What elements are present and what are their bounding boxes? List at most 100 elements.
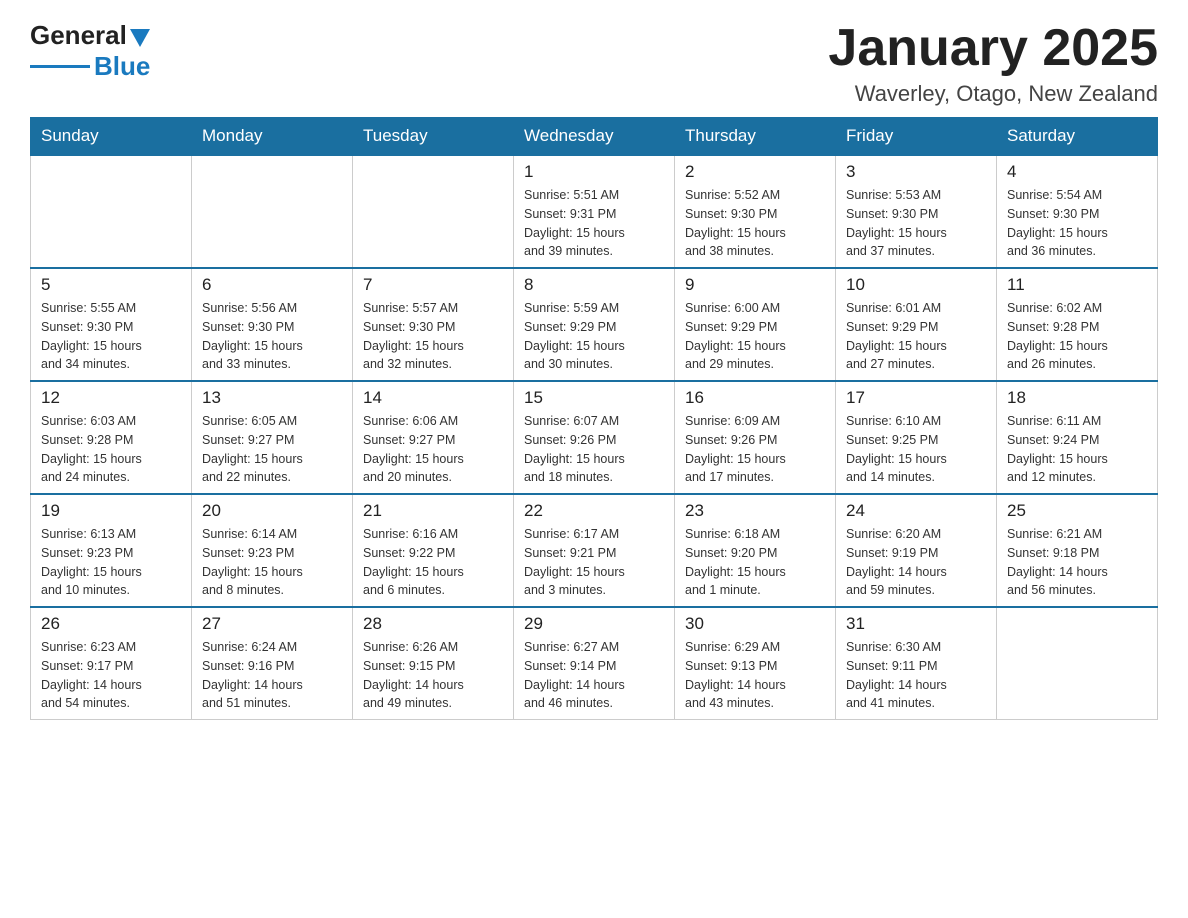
day-info: Sunrise: 6:11 AM Sunset: 9:24 PM Dayligh… — [1007, 412, 1147, 487]
calendar-table: SundayMondayTuesdayWednesdayThursdayFrid… — [30, 117, 1158, 720]
day-number: 20 — [202, 501, 342, 521]
day-number: 19 — [41, 501, 181, 521]
day-info: Sunrise: 6:10 AM Sunset: 9:25 PM Dayligh… — [846, 412, 986, 487]
week-row-1: 1 Sunrise: 5:51 AM Sunset: 9:31 PM Daylig… — [31, 155, 1158, 268]
day-number: 11 — [1007, 275, 1147, 295]
day-number: 14 — [363, 388, 503, 408]
day-info: Sunrise: 5:57 AM Sunset: 9:30 PM Dayligh… — [363, 299, 503, 374]
day-info: Sunrise: 6:07 AM Sunset: 9:26 PM Dayligh… — [524, 412, 664, 487]
day-info: Sunrise: 5:54 AM Sunset: 9:30 PM Dayligh… — [1007, 186, 1147, 261]
day-info: Sunrise: 5:56 AM Sunset: 9:30 PM Dayligh… — [202, 299, 342, 374]
week-row-4: 19 Sunrise: 6:13 AM Sunset: 9:23 PM Dayli… — [31, 494, 1158, 607]
calendar-cell: 18 Sunrise: 6:11 AM Sunset: 9:24 PM Dayli… — [997, 381, 1158, 494]
calendar-cell: 28 Sunrise: 6:26 AM Sunset: 9:15 PM Dayli… — [353, 607, 514, 720]
day-number: 2 — [685, 162, 825, 182]
day-info: Sunrise: 5:55 AM Sunset: 9:30 PM Dayligh… — [41, 299, 181, 374]
day-info: Sunrise: 6:29 AM Sunset: 9:13 PM Dayligh… — [685, 638, 825, 713]
day-info: Sunrise: 6:03 AM Sunset: 9:28 PM Dayligh… — [41, 412, 181, 487]
calendar-cell: 26 Sunrise: 6:23 AM Sunset: 9:17 PM Dayli… — [31, 607, 192, 720]
day-info: Sunrise: 6:17 AM Sunset: 9:21 PM Dayligh… — [524, 525, 664, 600]
calendar-cell: 25 Sunrise: 6:21 AM Sunset: 9:18 PM Dayli… — [997, 494, 1158, 607]
logo: General Blue — [30, 20, 150, 82]
calendar-cell: 10Sunrise: 6:01 AM Sunset: 9:29 PM Dayli… — [836, 268, 997, 381]
day-info: Sunrise: 5:59 AM Sunset: 9:29 PM Dayligh… — [524, 299, 664, 374]
calendar-cell: 17 Sunrise: 6:10 AM Sunset: 9:25 PM Dayli… — [836, 381, 997, 494]
day-info: Sunrise: 6:20 AM Sunset: 9:19 PM Dayligh… — [846, 525, 986, 600]
calendar-cell: 19 Sunrise: 6:13 AM Sunset: 9:23 PM Dayli… — [31, 494, 192, 607]
day-info: Sunrise: 6:23 AM Sunset: 9:17 PM Dayligh… — [41, 638, 181, 713]
weekday-header-tuesday: Tuesday — [353, 118, 514, 156]
page-subtitle: Waverley, Otago, New Zealand — [828, 81, 1158, 107]
day-info: Sunrise: 6:30 AM Sunset: 9:11 PM Dayligh… — [846, 638, 986, 713]
calendar-cell: 11 Sunrise: 6:02 AM Sunset: 9:28 PM Dayli… — [997, 268, 1158, 381]
weekday-header-sunday: Sunday — [31, 118, 192, 156]
day-info: Sunrise: 6:05 AM Sunset: 9:27 PM Dayligh… — [202, 412, 342, 487]
weekday-header-friday: Friday — [836, 118, 997, 156]
calendar-cell: 21 Sunrise: 6:16 AM Sunset: 9:22 PM Dayli… — [353, 494, 514, 607]
day-number: 5 — [41, 275, 181, 295]
day-number: 7 — [363, 275, 503, 295]
day-info: Sunrise: 6:16 AM Sunset: 9:22 PM Dayligh… — [363, 525, 503, 600]
calendar-cell: 4 Sunrise: 5:54 AM Sunset: 9:30 PM Daylig… — [997, 155, 1158, 268]
calendar-cell: 5 Sunrise: 5:55 AM Sunset: 9:30 PM Daylig… — [31, 268, 192, 381]
week-row-5: 26 Sunrise: 6:23 AM Sunset: 9:17 PM Dayli… — [31, 607, 1158, 720]
day-number: 22 — [524, 501, 664, 521]
calendar-cell: 30 Sunrise: 6:29 AM Sunset: 9:13 PM Dayli… — [675, 607, 836, 720]
calendar-cell: 27Sunrise: 6:24 AM Sunset: 9:16 PM Dayli… — [192, 607, 353, 720]
calendar-cell: 13Sunrise: 6:05 AM Sunset: 9:27 PM Dayli… — [192, 381, 353, 494]
day-number: 9 — [685, 275, 825, 295]
day-number: 24 — [846, 501, 986, 521]
weekday-header-row: SundayMondayTuesdayWednesdayThursdayFrid… — [31, 118, 1158, 156]
logo-blue-text: Blue — [94, 51, 150, 82]
calendar-cell: 14 Sunrise: 6:06 AM Sunset: 9:27 PM Dayli… — [353, 381, 514, 494]
day-info: Sunrise: 5:52 AM Sunset: 9:30 PM Dayligh… — [685, 186, 825, 261]
day-number: 16 — [685, 388, 825, 408]
title-section: January 2025 Waverley, Otago, New Zealan… — [828, 20, 1158, 107]
day-number: 18 — [1007, 388, 1147, 408]
calendar-cell: 3 Sunrise: 5:53 AM Sunset: 9:30 PM Daylig… — [836, 155, 997, 268]
day-number: 21 — [363, 501, 503, 521]
day-info: Sunrise: 6:21 AM Sunset: 9:18 PM Dayligh… — [1007, 525, 1147, 600]
day-number: 3 — [846, 162, 986, 182]
day-number: 17 — [846, 388, 986, 408]
day-number: 4 — [1007, 162, 1147, 182]
calendar-cell — [192, 155, 353, 268]
day-number: 6 — [202, 275, 342, 295]
day-info: Sunrise: 5:53 AM Sunset: 9:30 PM Dayligh… — [846, 186, 986, 261]
day-info: Sunrise: 6:27 AM Sunset: 9:14 PM Dayligh… — [524, 638, 664, 713]
day-number: 26 — [41, 614, 181, 634]
day-info: Sunrise: 5:51 AM Sunset: 9:31 PM Dayligh… — [524, 186, 664, 261]
calendar-cell: 1 Sunrise: 5:51 AM Sunset: 9:31 PM Daylig… — [514, 155, 675, 268]
weekday-header-saturday: Saturday — [997, 118, 1158, 156]
calendar-cell: 7 Sunrise: 5:57 AM Sunset: 9:30 PM Daylig… — [353, 268, 514, 381]
day-number: 30 — [685, 614, 825, 634]
day-number: 25 — [1007, 501, 1147, 521]
day-info: Sunrise: 6:02 AM Sunset: 9:28 PM Dayligh… — [1007, 299, 1147, 374]
calendar-cell: 22 Sunrise: 6:17 AM Sunset: 9:21 PM Dayli… — [514, 494, 675, 607]
calendar-cell — [997, 607, 1158, 720]
calendar-cell: 16Sunrise: 6:09 AM Sunset: 9:26 PM Dayli… — [675, 381, 836, 494]
weekday-header-thursday: Thursday — [675, 118, 836, 156]
calendar-cell: 20Sunrise: 6:14 AM Sunset: 9:23 PM Dayli… — [192, 494, 353, 607]
day-number: 29 — [524, 614, 664, 634]
weekday-header-wednesday: Wednesday — [514, 118, 675, 156]
day-number: 1 — [524, 162, 664, 182]
day-info: Sunrise: 6:13 AM Sunset: 9:23 PM Dayligh… — [41, 525, 181, 600]
calendar-cell: 23Sunrise: 6:18 AM Sunset: 9:20 PM Dayli… — [675, 494, 836, 607]
day-number: 28 — [363, 614, 503, 634]
calendar-cell: 24 Sunrise: 6:20 AM Sunset: 9:19 PM Dayli… — [836, 494, 997, 607]
calendar-cell: 8 Sunrise: 5:59 AM Sunset: 9:29 PM Daylig… — [514, 268, 675, 381]
day-info: Sunrise: 6:26 AM Sunset: 9:15 PM Dayligh… — [363, 638, 503, 713]
calendar-cell — [353, 155, 514, 268]
calendar-cell: 9 Sunrise: 6:00 AM Sunset: 9:29 PM Daylig… — [675, 268, 836, 381]
weekday-header-monday: Monday — [192, 118, 353, 156]
day-number: 8 — [524, 275, 664, 295]
day-info: Sunrise: 6:06 AM Sunset: 9:27 PM Dayligh… — [363, 412, 503, 487]
day-number: 31 — [846, 614, 986, 634]
day-info: Sunrise: 6:00 AM Sunset: 9:29 PM Dayligh… — [685, 299, 825, 374]
calendar-cell — [31, 155, 192, 268]
day-number: 10 — [846, 275, 986, 295]
day-number: 27 — [202, 614, 342, 634]
day-number: 15 — [524, 388, 664, 408]
calendar-cell: 6 Sunrise: 5:56 AM Sunset: 9:30 PM Daylig… — [192, 268, 353, 381]
